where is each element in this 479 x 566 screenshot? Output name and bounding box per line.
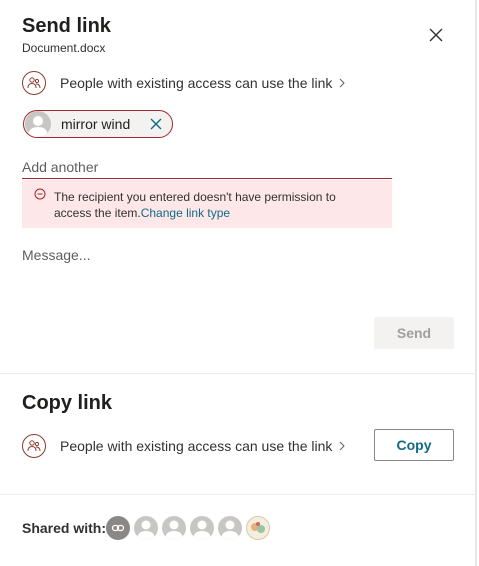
error-minus-circle-icon (34, 188, 46, 200)
close-icon[interactable] (426, 25, 446, 45)
people-icon (22, 71, 46, 95)
error-text: The recipient you entered doesn't have p… (54, 189, 374, 221)
document-filename: Document.docx (22, 41, 106, 55)
shared-with-avatars (106, 516, 274, 540)
shared-with-label: Shared with: (22, 520, 107, 536)
photo-avatar[interactable] (246, 516, 270, 540)
link-icon[interactable] (106, 516, 130, 540)
send-link-access-setting[interactable]: People with existing access can use the … (22, 70, 346, 96)
chevron-right-icon (340, 78, 346, 88)
message-input[interactable] (22, 247, 452, 307)
section-divider (0, 373, 477, 374)
section-divider (0, 494, 477, 495)
person-icon[interactable] (134, 516, 158, 540)
chevron-right-icon (340, 441, 346, 451)
send-button[interactable]: Send (374, 317, 454, 349)
access-label: People with existing access can use the … (60, 75, 333, 91)
access-label: People with existing access can use the … (60, 438, 333, 454)
copy-link-title: Copy link (22, 392, 113, 414)
person-avatar-icon (25, 111, 51, 137)
copy-link-access-setting[interactable]: People with existing access can use the … (22, 433, 346, 459)
people-icon (22, 434, 46, 458)
recipient-chip[interactable]: mirror wind (23, 110, 173, 138)
permission-error-banner: The recipient you entered doesn't have p… (22, 180, 392, 228)
remove-recipient-icon[interactable] (150, 118, 162, 130)
person-icon[interactable] (162, 516, 186, 540)
recipient-name: mirror wind (61, 116, 131, 132)
share-panel: Send link Document.docx People with exis… (0, 0, 477, 566)
person-icon[interactable] (218, 516, 242, 540)
copy-button[interactable]: Copy (374, 429, 454, 461)
person-icon[interactable] (190, 516, 214, 540)
add-recipient-input[interactable] (22, 156, 392, 179)
send-link-title: Send link (22, 15, 111, 37)
change-link-type-link[interactable]: Change link type (141, 206, 230, 220)
